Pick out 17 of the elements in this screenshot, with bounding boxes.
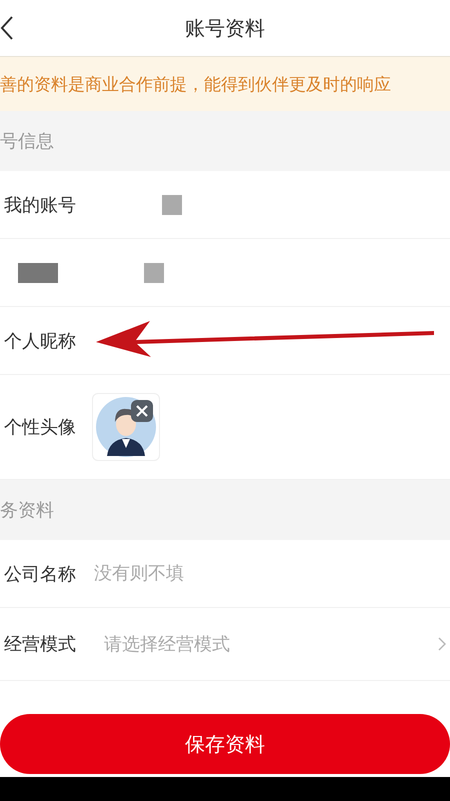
save-button[interactable]: 保存资料 (0, 714, 450, 774)
back-icon[interactable] (0, 15, 14, 41)
section-title: 务资料 (0, 499, 54, 522)
chevron-right-icon (438, 637, 446, 651)
redacted-block (144, 262, 164, 282)
field-label: 个性头像 (3, 416, 76, 439)
notice-banner: 善的资料是商业合作前提，能得到伙伴更及时的响应 (0, 57, 450, 111)
section-title: 号信息 (0, 130, 54, 153)
redacted-block (162, 194, 182, 214)
close-icon[interactable] (131, 400, 153, 422)
field-label: 个人昵称 (3, 330, 76, 352)
field-label: 我的账号 (3, 194, 76, 216)
field-label: 公司名称 (3, 562, 76, 586)
redacted-block (18, 262, 58, 282)
avatar-frame[interactable] (92, 393, 160, 461)
page-title: 账号资料 (185, 14, 265, 42)
field-label: 经营模式 (3, 633, 76, 656)
